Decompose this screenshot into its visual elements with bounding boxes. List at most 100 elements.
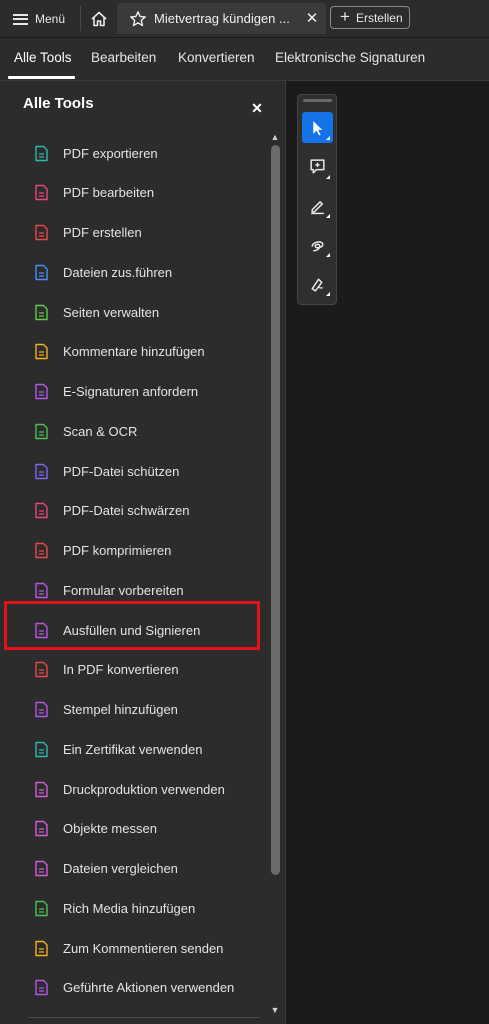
tool-item[interactable]: Stempel hinzufügen [32,698,262,722]
menu-button[interactable]: Menü [13,9,65,29]
scroll-thumb[interactable] [271,145,280,875]
document-tab[interactable]: Mietvertrag kündigen ... ✕ [117,3,326,34]
export-pdf-icon [32,144,50,162]
scrollbar[interactable]: ▲ ▼ [268,131,282,1016]
request-esign-icon [32,383,50,401]
tool-label: Zum Kommentieren senden [63,940,224,956]
create-label: Erstellen [355,10,403,25]
comment-icon [32,343,50,361]
send-comment-icon [32,939,50,957]
highlight-box [4,601,260,650]
tool-item[interactable]: Objekte messen [32,817,262,841]
drag-handle[interactable] [303,99,332,102]
tool-item[interactable]: E-Signaturen anfordern [32,380,262,404]
plus-icon: + [340,7,350,26]
tool-item[interactable]: PDF erstellen [32,221,262,245]
guided-actions-icon [32,979,50,997]
tool-item[interactable]: PDF-Datei schützen [32,459,262,483]
tool-label: Scan & OCR [63,423,138,439]
sign-pen-tool-button[interactable] [302,268,333,299]
divider [28,1017,260,1018]
dropdown-indicator-icon [326,292,330,296]
panel-title: Alle Tools [23,95,94,112]
tool-label: Kommentare hinzufügen [63,344,205,360]
tool-label: PDF-Datei schützen [63,463,180,479]
nav-esignatures[interactable]: Elektronische Signaturen [275,50,425,65]
tool-item[interactable]: PDF exportieren [32,141,262,165]
tool-item[interactable]: Dateien vergleichen [32,857,262,881]
scan-ocr-icon [32,422,50,440]
tool-nav: Alle Tools Bearbeiten Konvertieren Elekt… [0,38,489,81]
dropdown-indicator-icon [326,175,330,179]
freehand-draw-tool-button[interactable] [302,229,333,260]
tool-item[interactable]: Geführte Aktionen verwenden [32,976,262,1000]
all-tools-panel: Alle Tools ✕ PDF exportieren PDF bearbeit… [0,81,286,1024]
freehand-draw-icon [311,241,324,252]
tool-label: Geführte Aktionen verwenden [63,980,235,996]
tool-label: PDF erstellen [63,225,142,240]
edit-pdf-icon [32,184,50,202]
highlight-pen-tool-button[interactable] [302,190,333,221]
dropdown-indicator-icon [326,214,330,218]
nav-all-tools[interactable]: Alle Tools [14,50,72,65]
nav-convert[interactable]: Konvertieren [178,50,255,65]
tool-item[interactable]: Ein Zertifikat verwenden [32,737,262,761]
tool-item[interactable]: Zum Kommentieren senden [32,936,262,960]
dropdown-indicator-icon [326,253,330,257]
divider [80,6,81,31]
close-panel-icon[interactable]: ✕ [250,100,264,116]
tool-item[interactable]: PDF komprimieren [32,539,262,563]
measure-icon [32,820,50,838]
organize-pages-icon [32,303,50,321]
tool-label: Formular vorbereiten [63,582,184,598]
tool-item[interactable]: PDF bearbeiten [32,181,262,205]
create-pdf-icon [32,224,50,242]
stamp-icon [32,701,50,719]
tool-item[interactable]: Rich Media hinzufügen [32,896,262,920]
home-button[interactable] [87,7,111,31]
tool-item[interactable]: Scan & OCR [32,419,262,443]
tab-title: Mietvertrag kündigen ... [154,11,290,26]
select-cursor-icon [313,121,323,136]
highlight-pen-icon [311,201,324,215]
print-production-icon [32,780,50,798]
scroll-down-icon[interactable]: ▼ [268,1004,282,1016]
home-icon [91,11,107,27]
tool-item[interactable]: Seiten verwalten [32,300,262,324]
scroll-up-icon[interactable]: ▲ [268,131,282,143]
tool-label: Druckproduktion verwenden [63,781,225,797]
quick-tools-bar [297,94,337,305]
tool-label: PDF bearbeiten [63,185,155,201]
select-cursor-tool-button[interactable] [302,112,333,143]
tool-item[interactable]: Dateien zus.führen [32,260,262,284]
tool-label: PDF-Datei schwärzen [63,503,190,519]
top-bar: Menü Mietvertrag kündigen ... ✕ + Erstel… [0,0,489,38]
tool-label: Stempel hinzufügen [63,702,178,717]
menu-label: Menü [35,12,66,26]
add-comment-icon [310,159,325,174]
tool-label: In PDF konvertieren [63,662,179,678]
tool-label: Ein Zertifikat verwenden [63,741,203,757]
tool-label: Seiten verwalten [63,304,160,320]
redact-pdf-icon [32,502,50,520]
tool-item[interactable]: PDF-Datei schwärzen [32,499,262,523]
add-comment-tool-button[interactable] [302,151,333,182]
star-icon[interactable] [127,8,149,30]
dropdown-indicator-icon [326,136,330,140]
nav-edit[interactable]: Bearbeiten [91,50,156,65]
hamburger-icon [13,13,28,25]
close-tab-icon[interactable]: ✕ [304,10,320,27]
combine-files-icon [32,263,50,281]
prepare-form-icon [32,581,50,599]
tool-item[interactable]: Kommentare hinzufügen [32,340,262,364]
convert-to-pdf-icon [32,661,50,679]
tool-item[interactable]: In PDF konvertieren [32,658,262,682]
compress-pdf-icon [32,542,50,560]
tool-item[interactable]: Druckproduktion verwenden [32,777,262,801]
tool-label: E-Signaturen anfordern [63,384,199,399]
tool-item[interactable]: Formular vorbereiten [32,578,262,602]
tool-label: Dateien zus.führen [63,264,173,280]
tool-label: Dateien vergleichen [63,861,178,876]
tool-label: PDF exportieren [63,145,158,161]
create-button[interactable]: + Erstellen [330,6,410,29]
